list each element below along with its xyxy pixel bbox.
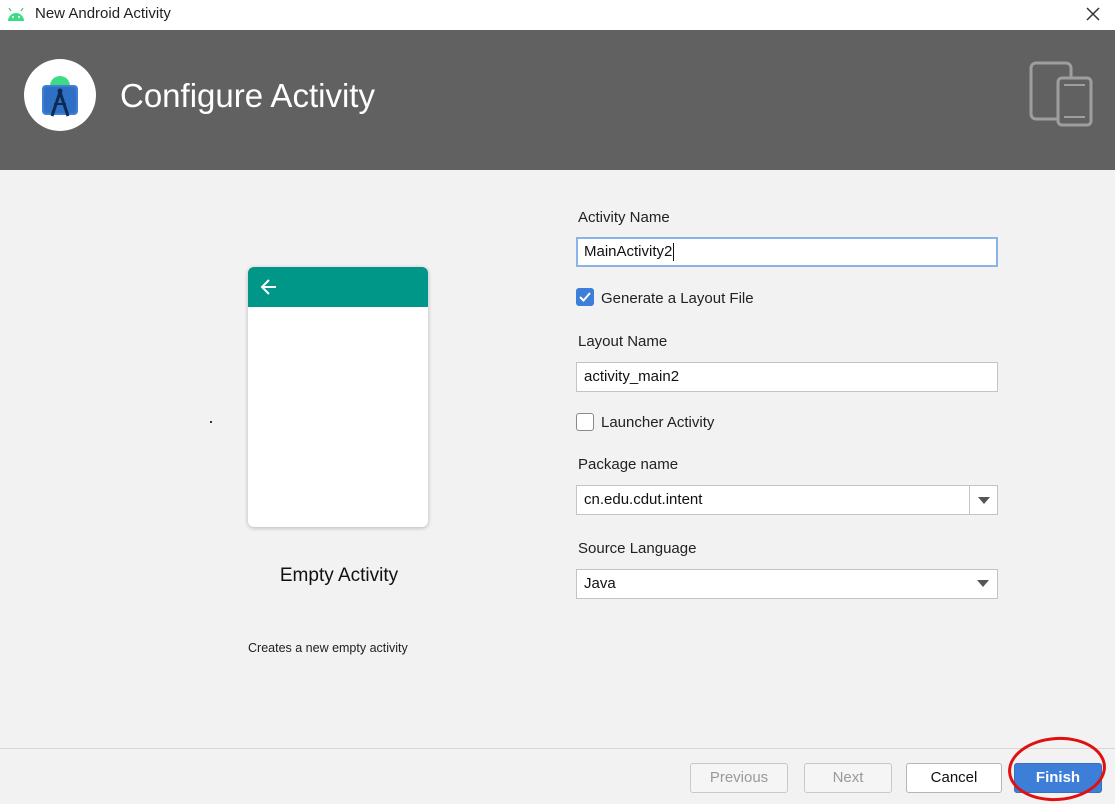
layout-name-field[interactable]: activity_main2 — [576, 362, 998, 392]
package-name-combobox[interactable]: cn.edu.cdut.intent — [576, 485, 998, 515]
footer-divider — [0, 748, 1115, 749]
back-arrow-icon — [260, 279, 276, 295]
chevron-down-icon[interactable] — [969, 486, 997, 514]
close-icon[interactable] — [1083, 4, 1103, 24]
chevron-down-icon — [977, 580, 989, 587]
activity-name-label: Activity Name — [578, 209, 670, 226]
source-language-select[interactable]: Java — [576, 569, 998, 599]
package-name-value: cn.edu.cdut.intent — [584, 491, 703, 508]
preview-app-bar — [248, 267, 428, 307]
launcher-activity-label[interactable]: Launcher Activity — [601, 414, 714, 431]
layout-name-label: Layout Name — [578, 333, 668, 350]
source-language-value: Java — [584, 575, 616, 592]
window-titlebar: New Android Activity — [0, 0, 1115, 30]
activity-name-value: MainActivity2 — [584, 243, 673, 260]
generate-layout-label[interactable]: Generate a Layout File — [601, 290, 754, 307]
activity-preview — [248, 267, 428, 527]
next-button[interactable]: Next — [804, 763, 892, 793]
android-icon — [8, 7, 24, 21]
wizard-header: Configure Activity — [0, 30, 1115, 170]
text-caret — [673, 243, 675, 262]
template-name: Empty Activity — [279, 565, 399, 586]
launcher-activity-checkbox[interactable] — [576, 413, 594, 431]
source-language-label: Source Language — [578, 540, 697, 557]
page-title: Configure Activity — [120, 77, 375, 114]
stray-dot — [210, 421, 212, 423]
check-icon — [579, 292, 591, 302]
package-name-label: Package name — [578, 456, 679, 473]
android-studio-logo-icon — [24, 59, 96, 131]
layout-name-value: activity_main2 — [584, 368, 680, 385]
template-description: Creates a new empty activity — [248, 641, 408, 655]
previous-button[interactable]: Previous — [690, 763, 788, 793]
cancel-button[interactable]: Cancel — [906, 763, 1002, 793]
finish-button[interactable]: Finish — [1014, 763, 1102, 793]
phone-tablet-icon — [1029, 61, 1093, 127]
window-title: New Android Activity — [35, 5, 171, 22]
generate-layout-checkbox[interactable] — [576, 288, 594, 306]
activity-name-field[interactable]: MainActivity2 — [576, 237, 998, 267]
